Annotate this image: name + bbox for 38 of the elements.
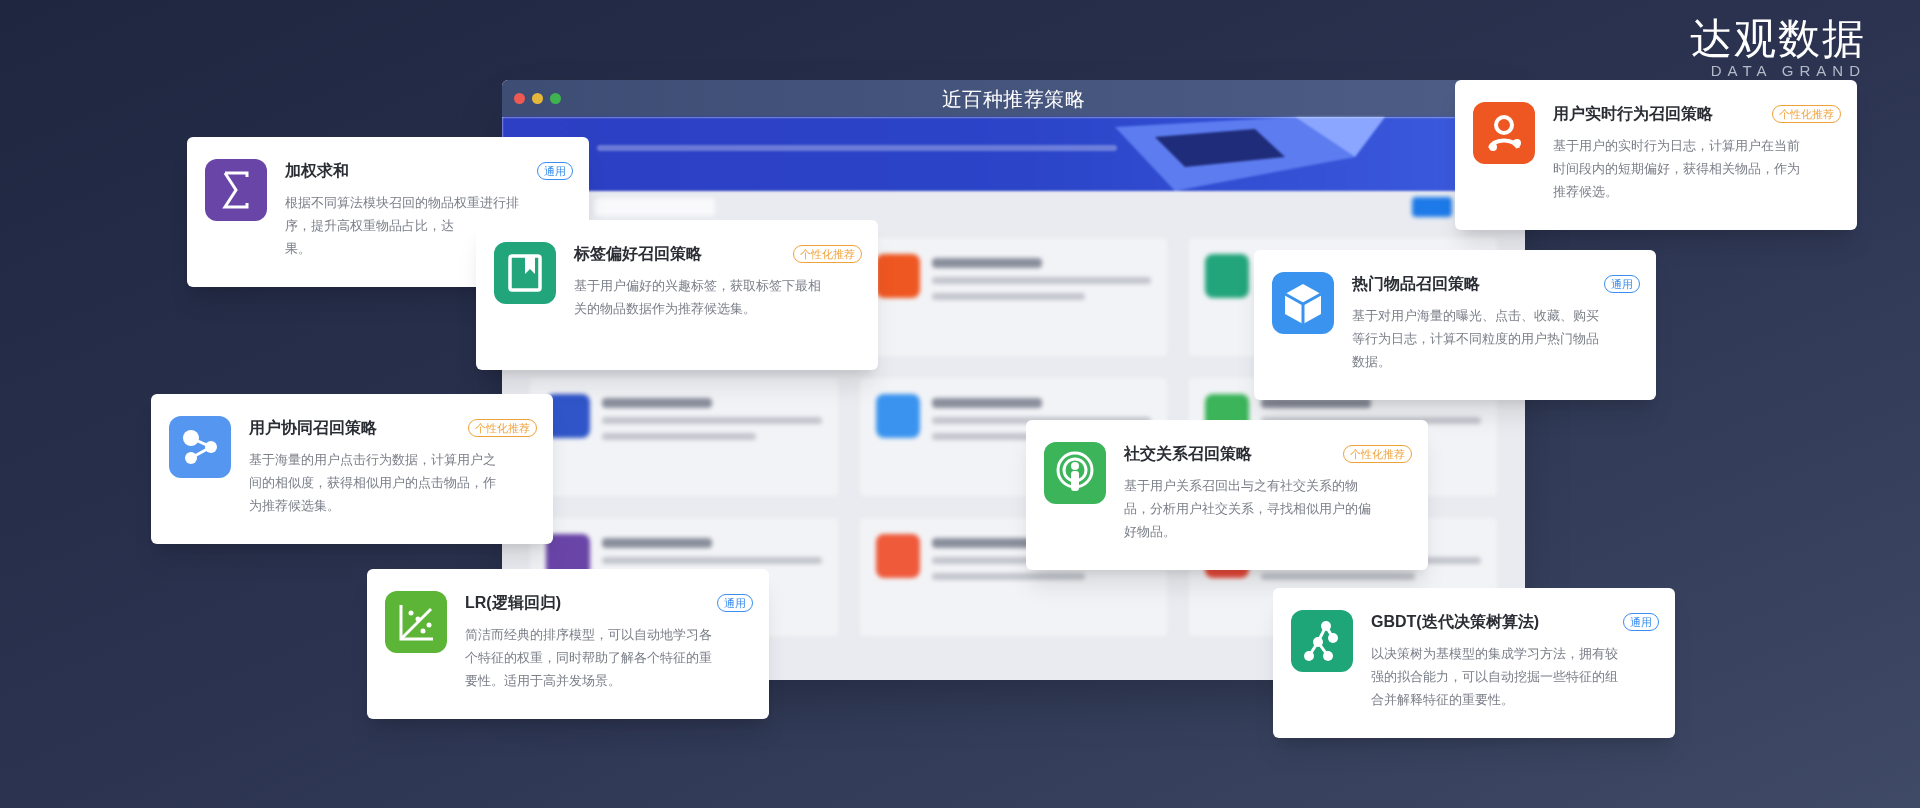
card-title: 社交关系召回策略 xyxy=(1124,444,1252,464)
description-line: 时间段内的短期偏好，获得相关物品，作为 xyxy=(1553,160,1800,178)
card-title: 标签偏好召回策略 xyxy=(574,244,702,264)
close-button[interactable] xyxy=(514,93,525,104)
description-line: 基于海量的用户点击行为数据，计算用户之 xyxy=(249,451,496,469)
description-line: 根据不同算法模块召回的物品权重进行排 xyxy=(285,194,519,212)
description-line: 果。 xyxy=(285,240,311,258)
description-line: 推荐候选。 xyxy=(1553,183,1618,201)
description-line: 品，分析用户社交关系，寻找相似用户的偏 xyxy=(1124,500,1371,518)
zoom-button[interactable] xyxy=(550,93,561,104)
description-line: 为推荐候选集。 xyxy=(249,497,340,515)
logo-subtitle: DATA GRAND xyxy=(1710,62,1866,79)
description-line: 基于对用户海量的曝光、点击、收藏、购买 xyxy=(1352,307,1599,325)
window-title: 近百种推荐策略 xyxy=(941,86,1086,112)
card-title: 加权求和 xyxy=(285,161,349,181)
description-line: 强的拟合能力，可以自动挖掘一些特征的组 xyxy=(1371,668,1618,686)
card-title: 热门物品召回策略 xyxy=(1352,274,1480,294)
minimize-button[interactable] xyxy=(532,93,543,104)
card-title: LR(逻辑回归) xyxy=(465,593,561,613)
description-line: 个特征的权重，同时帮助了解各个特征的重 xyxy=(465,649,712,667)
description-line: 好物品。 xyxy=(1124,523,1176,541)
add-button[interactable] xyxy=(1412,197,1452,217)
card-title: 用户协同召回策略 xyxy=(249,418,377,438)
description-line: 以决策树为基模型的集成学习方法，拥有较 xyxy=(1371,645,1618,663)
description-line: 简洁而经典的排序模型，可以自动地学习各 xyxy=(465,626,712,644)
description-line: 基于用户偏好的兴趣标签，获取标签下最相 xyxy=(574,277,821,295)
description-line: 基于用户的实时行为日志，计算用户在当前 xyxy=(1553,137,1800,155)
description-line: 序，提升高权重物品占比，达 xyxy=(285,217,454,235)
description-line: 关的物品数据作为推荐候选集。 xyxy=(574,300,756,318)
description-line: 间的相似度，获得相似用户的点击物品，作 xyxy=(249,474,496,492)
logo-text: 达观数据 xyxy=(1690,18,1866,60)
description-line: 要性。适用于高并发场景。 xyxy=(465,672,621,690)
description-line: 基于用户关系召回出与之有社交关系的物 xyxy=(1124,477,1358,495)
card-title: 用户实时行为召回策略 xyxy=(1553,104,1713,124)
description-line: 合并解释特征的重要性。 xyxy=(1371,691,1514,709)
description-line: 等行为日志，计算不同粒度的用户热门物品 xyxy=(1352,330,1599,348)
card-title: GBDT(迭代决策树算法) xyxy=(1371,612,1539,632)
description-line: 数据。 xyxy=(1352,353,1391,371)
